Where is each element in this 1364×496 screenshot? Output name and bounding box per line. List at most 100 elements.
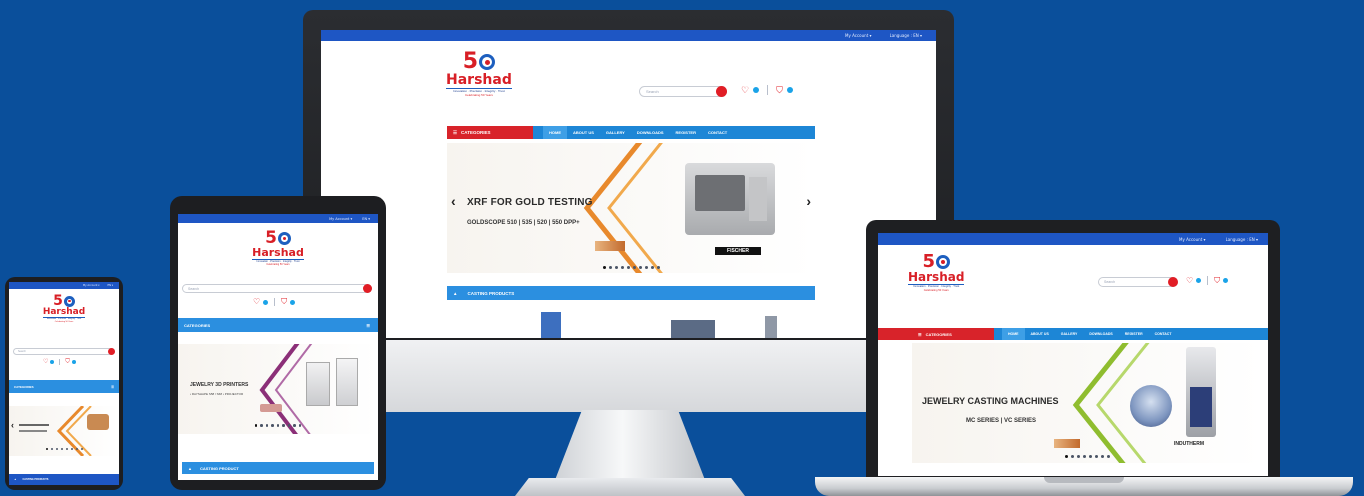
nav-items: HOME ABOUT US GALLERY DOWNLOADS REGISTER… bbox=[533, 126, 733, 139]
phone-device: My Account ▾ EN ▾ 5 Harshad Innovation ·… bbox=[5, 277, 123, 490]
search-input[interactable]: Search bbox=[639, 86, 727, 97]
banner-badge bbox=[260, 404, 282, 412]
categories-bar[interactable]: CATEGORIES ☰ bbox=[9, 380, 119, 393]
main-navbar: ☰ CATEGORIES HOME ABOUT US GALLERY DOWNLO… bbox=[878, 328, 1268, 340]
wishlist-count-badge bbox=[1196, 278, 1202, 283]
carousel-dots[interactable] bbox=[9, 448, 119, 450]
nav-gallery[interactable]: GALLERY bbox=[1055, 328, 1084, 340]
banner-next-arrow[interactable]: › bbox=[806, 193, 811, 209]
header-icons: ♡ ⛉ bbox=[1186, 276, 1229, 285]
language-selector[interactable]: Language : EN ▾ bbox=[890, 33, 922, 38]
search-button[interactable] bbox=[108, 348, 115, 355]
cart-bag-icon[interactable]: ⛉ bbox=[776, 85, 783, 95]
product-thumbnail[interactable] bbox=[671, 320, 715, 338]
cart-bag-icon[interactable]: ⛉ bbox=[1214, 276, 1220, 285]
search-input[interactable]: Search bbox=[13, 348, 115, 355]
categories-menu[interactable]: ☰ CATEGORIES bbox=[878, 328, 994, 340]
menu-icon: ☰ bbox=[111, 384, 114, 389]
banner-subtitle-line bbox=[19, 430, 47, 432]
hero-banner: ‹ › XRF FOR GOLD TESTING GOLDSCOPE 510 |… bbox=[447, 143, 815, 273]
divider bbox=[59, 359, 61, 365]
banner-title: JEWELRY CASTING MACHINES bbox=[922, 396, 1059, 406]
divider bbox=[1207, 276, 1209, 285]
cart-bag-icon[interactable]: ⛉ bbox=[281, 298, 287, 306]
my-account-link[interactable]: My Account ▾ bbox=[1179, 237, 1206, 242]
harshad-logo[interactable]: 5 Harshad Innovation · Precision · Integ… bbox=[9, 294, 119, 324]
search-input[interactable]: Search bbox=[1098, 277, 1178, 287]
desktop-monitor: My Account ▾ Language : EN ▾ 5 Harshad I… bbox=[303, 10, 954, 412]
categories-menu[interactable]: ☰ CATEGORIES bbox=[447, 126, 533, 139]
my-account-link[interactable]: My Account ▾ bbox=[329, 217, 352, 221]
banner-badge bbox=[1054, 439, 1080, 448]
banner-subtitle: GOLDSCOPE 510 | 535 | 520 | 550 DPP+ bbox=[467, 220, 580, 226]
wishlist-heart-icon[interactable]: ♡ bbox=[253, 298, 260, 306]
banner-title-line bbox=[19, 424, 49, 426]
product-thumbnail[interactable] bbox=[765, 316, 777, 338]
nav-downloads[interactable]: DOWNLOADS bbox=[1083, 328, 1118, 340]
harshad-logo[interactable]: 5 Harshad Innovation · Precision · Integ… bbox=[178, 230, 378, 267]
wishlist-heart-icon[interactable]: ♡ bbox=[1186, 276, 1193, 285]
carousel-dots[interactable] bbox=[447, 266, 815, 269]
divider bbox=[274, 298, 276, 306]
nav-about-us[interactable]: ABOUT US bbox=[1025, 328, 1055, 340]
banner-prev-arrow[interactable]: ‹ bbox=[11, 420, 14, 430]
indutherm-brand-logo: INDUTHERM bbox=[1174, 441, 1204, 447]
banner-prev-arrow[interactable]: ‹ bbox=[451, 193, 456, 209]
cart-count-badge bbox=[1223, 278, 1229, 283]
wishlist-count-badge bbox=[753, 87, 760, 93]
carousel-dots[interactable] bbox=[912, 455, 1262, 458]
person-icon: ▲ bbox=[188, 465, 192, 471]
hero-banner: ‹ bbox=[9, 406, 119, 456]
nav-gallery[interactable]: GALLERY bbox=[600, 126, 631, 139]
divider bbox=[767, 85, 769, 95]
nav-downloads[interactable]: DOWNLOADS bbox=[631, 126, 670, 139]
header-icons: ♡ ⛉ bbox=[253, 298, 296, 306]
language-selector[interactable]: EN ▾ bbox=[362, 217, 370, 221]
wishlist-heart-icon[interactable]: ♡ bbox=[43, 359, 48, 365]
banner-subtitle: • RAYSHAPE S58 / S68 • PROJECTOR bbox=[190, 392, 244, 396]
language-selector[interactable]: Language : EN ▾ bbox=[1226, 237, 1258, 242]
cart-count-badge bbox=[786, 87, 793, 93]
categories-bar[interactable]: CATEGORIES ☰ bbox=[178, 318, 378, 332]
tablet-screen: My Account ▾ EN ▾ 5 Harshad Innovation ·… bbox=[178, 214, 378, 480]
harshad-logo[interactable]: 5 Harshad Innovation · Precision · Integ… bbox=[446, 51, 512, 98]
banner-title: XRF FOR GOLD TESTING bbox=[467, 197, 593, 208]
hamburger-icon: ☰ bbox=[453, 129, 458, 135]
product-image bbox=[87, 414, 109, 430]
top-strip: My Account ▾ Language : EN ▾ bbox=[321, 30, 936, 41]
person-icon: ▲ bbox=[14, 478, 17, 481]
nav-home[interactable]: HOME bbox=[1002, 328, 1025, 340]
casting-product-section-bar: ▲ CASTING PRODUCT bbox=[182, 462, 374, 474]
search-button[interactable] bbox=[363, 284, 372, 293]
main-navbar: ☰ CATEGORIES HOME ABOUT US GALLERY DOWNLO… bbox=[447, 126, 815, 139]
nav-register[interactable]: REGISTER bbox=[670, 126, 702, 139]
nav-about-us[interactable]: ABOUT US bbox=[567, 126, 600, 139]
language-selector[interactable]: EN ▾ bbox=[108, 284, 114, 287]
cart-bag-icon[interactable]: ⛉ bbox=[65, 359, 70, 365]
monitor-chin bbox=[303, 340, 954, 412]
nav-contact[interactable]: CONTACT bbox=[702, 126, 733, 139]
banner-badge bbox=[595, 241, 625, 251]
menu-icon: ☰ bbox=[366, 322, 370, 328]
3d-printer-image bbox=[336, 358, 358, 406]
search-button[interactable] bbox=[716, 86, 727, 97]
fischer-brand-logo: FISCHER bbox=[715, 247, 761, 255]
product-thumbnail[interactable] bbox=[541, 312, 561, 338]
laptop-base bbox=[815, 477, 1353, 496]
carousel-dots[interactable] bbox=[178, 424, 378, 427]
casting-products-section-bar: ▲ CASTING PRODUCTS bbox=[9, 474, 119, 485]
cart-count-badge bbox=[290, 299, 296, 305]
wishlist-count-badge bbox=[263, 299, 269, 305]
my-account-link[interactable]: My Account ▾ bbox=[83, 284, 100, 287]
phone-screen: My Account ▾ EN ▾ 5 Harshad Innovation ·… bbox=[9, 282, 119, 485]
search-input[interactable]: Search bbox=[182, 284, 372, 293]
wishlist-heart-icon[interactable]: ♡ bbox=[741, 85, 749, 95]
nav-home[interactable]: HOME bbox=[543, 126, 567, 139]
nav-register[interactable]: REGISTER bbox=[1119, 328, 1149, 340]
harshad-logo[interactable]: 5 Harshad Innovation · Precision · Integ… bbox=[908, 253, 965, 293]
my-account-link[interactable]: My Account ▾ bbox=[845, 33, 872, 38]
nav-contact[interactable]: CONTACT bbox=[1149, 328, 1178, 340]
search-button[interactable] bbox=[1168, 277, 1178, 287]
hero-banner: JEWELRY CASTING MACHINES MC SERIES | VC … bbox=[912, 343, 1262, 463]
3d-printer-image bbox=[306, 362, 330, 406]
